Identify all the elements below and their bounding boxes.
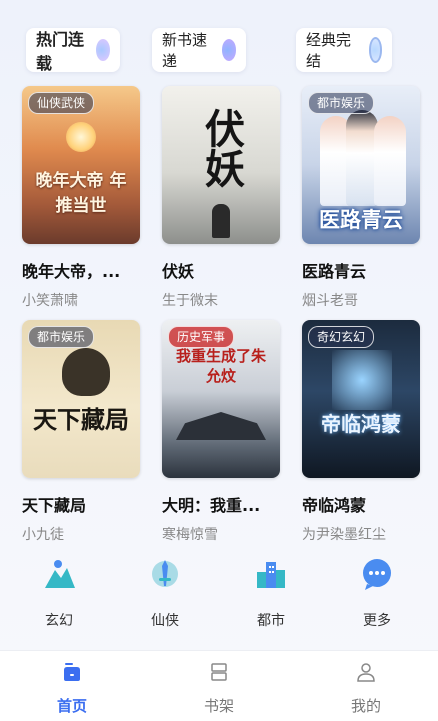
nav-label: 我的 [350,697,381,715]
tab-label: 热门连载 [36,30,85,73]
tab-new-books[interactable]: 新书速递 [152,28,246,72]
book-cover: 仙侠武侠 晚年大帝 年推当世 [22,86,140,244]
book-author: 小笑萧啸 [22,293,78,309]
category-more[interactable]: 更多 [337,556,417,630]
book-title: 大明：我重... [162,496,261,515]
book-title: 伏妖 [162,262,195,281]
home-icon [64,663,80,681]
genre-badge: 仙侠武侠 [28,92,95,114]
book-card[interactable]: 仙侠武侠 晚年大帝 年推当世 晚年大帝，... 小笑萧啸 [22,86,140,310]
tab-classic-complete[interactable]: 经典完结 [296,28,392,72]
bookshelf-icon [211,663,227,681]
book-author: 寒梅惊雪 [162,527,218,543]
tab-decoration-icon [96,39,110,61]
tab-decoration-icon [368,37,382,63]
book-cover: 历史军事 我重生成了朱允炆 [162,320,280,478]
tab-decoration-icon [221,39,236,61]
cover-title: 帝临鸿蒙 [321,412,401,436]
book-cover: 都市娱乐 天下藏局 [22,320,140,478]
genre-badge: 都市娱乐 [28,326,95,348]
book-author: 为尹染墨红尘 [302,527,386,543]
genre-badge: 历史军事 [168,326,235,348]
nav-label: 书架 [203,697,234,715]
tab-hot-serial[interactable]: 热门连载 [26,28,120,73]
category-label: 仙侠 [151,613,179,629]
cover-title: 天下藏局 [33,405,129,434]
more-chat-icon [363,559,391,590]
tab-label: 新书速递 [162,31,208,70]
book-author: 烟斗老哥 [302,293,358,309]
profile-icon [357,663,375,682]
status-strip [0,0,438,8]
book-card[interactable]: 奇幻玄幻 帝临鸿蒙 帝临鸿蒙 为尹染墨红尘 [302,320,420,544]
category-label: 都市 [257,613,285,629]
category-dushi[interactable]: 都市 [231,556,311,630]
category-label: 更多 [363,613,391,629]
book-card[interactable]: 历史军事 我重生成了朱允炆 大明：我重... 寒梅惊雪 [162,320,280,544]
nav-bookshelf[interactable]: 书架 [179,661,259,716]
book-author: 小九徒 [22,527,64,543]
book-card[interactable]: 都市娱乐 天下藏局 天下藏局 小九徒 [22,320,140,544]
nav-profile[interactable]: 我的 [326,661,406,716]
tab-label: 经典完结 [306,31,352,70]
category-row: 玄幻 仙侠 都市 更多 [0,556,438,636]
book-title: 晚年大帝，... [22,262,121,281]
nav-home[interactable]: 首页 [32,661,112,716]
book-title: 医路青云 [302,262,367,281]
tab-bar: 热门连载 新书速递 经典完结 [0,28,438,74]
category-label: 玄幻 [45,613,73,629]
genre-badge: 奇幻玄幻 [308,326,375,348]
cover-title: 伏妖 [198,108,245,188]
book-title: 帝临鸿蒙 [302,496,367,515]
bottom-nav: 首页 书架 我的 [0,650,438,721]
book-card[interactable]: 伏妖 伏妖 生于微末 [162,86,280,310]
category-xianxia[interactable]: 仙侠 [125,556,205,630]
cover-title: 我重生成了朱允炆 [175,347,266,385]
cover-title: 晚年大帝 年推当世 [35,171,127,216]
book-cover: 奇幻玄幻 帝临鸿蒙 [302,320,420,478]
nav-label: 首页 [56,697,87,715]
book-author: 生于微末 [162,293,218,309]
book-cover: 都市娱乐 医路青云 [302,86,420,244]
book-cover: 伏妖 [162,86,280,244]
category-xuanhuan[interactable]: 玄幻 [19,556,99,630]
book-title: 天下藏局 [22,496,87,515]
mountain-icon [45,560,75,588]
genre-badge: 都市娱乐 [308,92,375,114]
sword-icon [152,560,178,587]
city-icon [257,562,285,588]
book-card[interactable]: 都市娱乐 医路青云 医路青云 烟斗老哥 [302,86,420,310]
cover-title: 医路青云 [319,207,403,232]
